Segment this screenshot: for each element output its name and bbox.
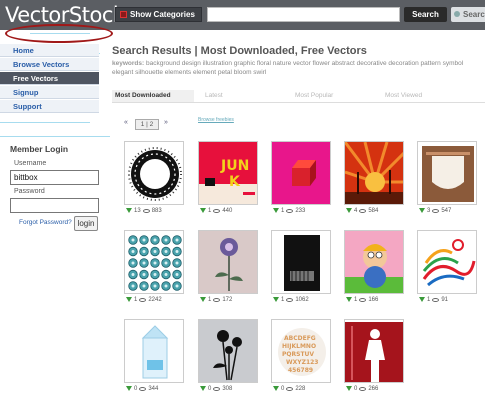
categories-icon [120, 11, 127, 18]
svg-text:HIJKLMNO: HIJKLMNO [282, 343, 316, 350]
views-icon [139, 386, 147, 391]
thumbnail-red-box[interactable] [271, 141, 331, 205]
views-icon [213, 208, 221, 213]
item-stats: 13 883 [126, 208, 162, 214]
search-icon [454, 11, 460, 17]
password-label: Password [14, 188, 45, 195]
thumbnail-teal-buttons[interactable] [124, 230, 184, 294]
forgot-password-link[interactable]: Forgot Password? [19, 219, 72, 226]
item-stats: 1 440 [200, 208, 232, 214]
download-icon [346, 386, 352, 391]
sidebar-item-browse-vectors[interactable]: Browse Vectors [0, 58, 99, 71]
download-icon [200, 386, 206, 391]
views-icon [286, 297, 294, 302]
item-stats: 1 1062 [273, 297, 309, 303]
thumbnail-flower[interactable] [198, 230, 258, 294]
views-icon [359, 297, 367, 302]
password-field[interactable] [10, 198, 99, 213]
svg-text:PQRSTUV: PQRSTUV [282, 351, 314, 358]
thumbnail-junk[interactable]: JUN K [198, 141, 258, 205]
views-icon [432, 297, 440, 302]
search-input[interactable] [207, 7, 400, 22]
scan-artifact [0, 122, 90, 123]
download-icon [200, 297, 206, 302]
thumbnail-speaker[interactable] [271, 230, 331, 294]
item-stats: 0 344 [126, 386, 158, 392]
thumbnail-wreath-frame[interactable] [124, 141, 184, 205]
views-icon [213, 297, 221, 302]
sidebar-item-signup[interactable]: Signup [0, 86, 99, 99]
show-categories-button[interactable]: Show Categories [115, 7, 202, 22]
sort-tabs: Most Downloaded Latest Most Popular Most… [112, 90, 485, 102]
thumbnail-milk-carton[interactable] [124, 319, 184, 383]
download-icon [273, 297, 279, 302]
views-icon [286, 386, 294, 391]
views-icon [359, 208, 367, 213]
download-icon [273, 208, 279, 213]
tab-latest[interactable]: Latest [202, 90, 284, 102]
download-icon [419, 297, 425, 302]
item-stats: 3 547 [419, 208, 451, 214]
item-stats: 0 266 [346, 386, 378, 392]
username-field[interactable]: bittbox [10, 170, 99, 185]
username-label: Username [14, 160, 47, 167]
secondary-search-button[interactable]: Searc [451, 7, 485, 22]
svg-text:WXYZ123: WXYZ123 [286, 359, 318, 366]
download-icon [126, 297, 132, 302]
thumbnail-swirls[interactable] [417, 230, 477, 294]
item-stats: 1 91 [419, 297, 448, 303]
login-button[interactable]: login [74, 216, 98, 231]
views-icon [142, 208, 150, 213]
item-stats: 1 2242 [126, 297, 162, 303]
download-icon [126, 386, 132, 391]
highlight-circle [5, 24, 113, 43]
views-icon [432, 208, 440, 213]
views-icon [359, 386, 367, 391]
page-title: Search Results | Most Downloaded, Free V… [112, 45, 367, 57]
download-icon [346, 208, 352, 213]
svg-text:456789: 456789 [288, 367, 313, 374]
thumbnail-grunge-badge[interactable] [417, 141, 477, 205]
sidebar-item-home[interactable]: Home [0, 44, 99, 57]
download-icon [419, 208, 425, 213]
views-icon [286, 208, 294, 213]
download-icon [346, 297, 352, 302]
item-stats: 1 172 [200, 297, 232, 303]
item-stats: 1 166 [346, 297, 378, 303]
next-page-icon[interactable]: » [164, 119, 168, 126]
browse-freebies-link[interactable]: Browse freebies [198, 117, 234, 123]
sidebar-item-free-vectors[interactable]: Free Vectors [0, 72, 99, 85]
download-icon [273, 386, 279, 391]
page-numbers[interactable]: 1 | 2 [135, 119, 159, 130]
tab-most-downloaded[interactable]: Most Downloaded [112, 90, 194, 102]
views-icon [213, 386, 221, 391]
prev-page-icon[interactable]: « [124, 119, 128, 126]
svg-text:ABCDEFG: ABCDEFG [284, 335, 316, 342]
tab-divider [112, 102, 485, 103]
item-stats: 0 308 [200, 386, 232, 392]
thumbnail-flower-silhouettes[interactable] [198, 319, 258, 383]
scan-artifact [0, 136, 110, 137]
sidebar-item-support[interactable]: Support [0, 100, 99, 113]
svg-text:JUN: JUN [220, 158, 249, 174]
download-icon [200, 208, 206, 213]
item-stats: 1 233 [273, 208, 305, 214]
sidebar: Home Browse Vectors Free Vectors Signup … [0, 44, 100, 114]
thumbnail-alphabet[interactable]: ABCDEFG HIJKLMNO PQRSTUV WXYZ123 456789 [271, 319, 331, 383]
thumbnail-red-silhouette[interactable] [344, 319, 404, 383]
download-icon [126, 208, 132, 213]
member-login-heading: Member Login [10, 144, 69, 154]
tab-most-viewed[interactable]: Most Viewed [382, 90, 464, 102]
item-stats: 4 584 [346, 208, 378, 214]
item-stats: 0 228 [273, 386, 305, 392]
keywords-line: keywords: background design illustration… [112, 60, 464, 76]
svg-text:K: K [229, 174, 241, 190]
search-button[interactable]: Search [404, 7, 447, 22]
views-icon [139, 297, 147, 302]
thumbnail-cartoon[interactable] [344, 230, 404, 294]
thumbnail-sunburst[interactable] [344, 141, 404, 205]
tab-most-popular[interactable]: Most Popular [292, 90, 374, 102]
